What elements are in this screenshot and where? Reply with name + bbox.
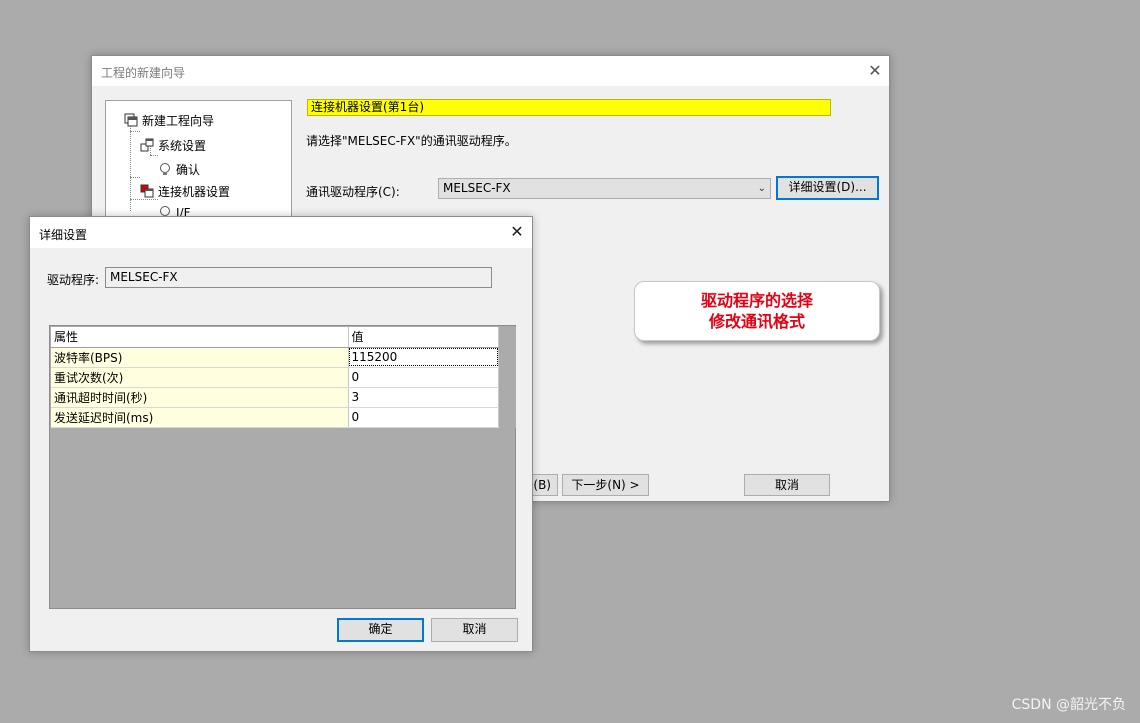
- wizard-close-icon[interactable]: ✕: [864, 60, 886, 82]
- wizard-title: 工程的新建向导: [101, 66, 186, 80]
- project-icon: [124, 113, 138, 127]
- table-row[interactable]: 通讯超时时间(秒) 3: [51, 387, 499, 408]
- tree-item-confirm[interactable]: 确认: [158, 161, 200, 178]
- table-row[interactable]: 波特率(BPS) 115200: [51, 347, 499, 368]
- property-value-input[interactable]: 0: [348, 407, 499, 428]
- watermark-text: CSDN @韶光不负: [1011, 697, 1126, 713]
- device-icon: [140, 184, 154, 198]
- dialog-driver-label: 驱动程序:: [47, 273, 100, 287]
- table-row[interactable]: 重试次数(次) 0: [51, 367, 499, 388]
- tree-item-label: 系统设置: [158, 139, 207, 153]
- tree-item-system-settings[interactable]: 系统设置: [140, 137, 206, 154]
- property-name: 通讯超时时间(秒): [51, 387, 349, 408]
- table-row[interactable]: 发送延迟时间(ms) 0: [51, 407, 499, 428]
- dialog-cancel-button[interactable]: 取消: [431, 618, 518, 642]
- property-value-input[interactable]: 3: [348, 387, 499, 408]
- property-name: 波特率(BPS): [51, 347, 349, 368]
- tree-item-label: 新建工程向导: [142, 114, 215, 128]
- dialog-close-icon[interactable]: ✕: [506, 221, 528, 243]
- tree-item-label: 确认: [176, 163, 201, 177]
- ok-button[interactable]: 确定: [337, 618, 424, 642]
- callout-line-1: 驱动程序的选择: [700, 291, 813, 310]
- column-header-value: 值: [348, 327, 499, 348]
- detail-settings-button[interactable]: 详细设置(D)...: [776, 176, 879, 200]
- dialog-driver-field: MELSEC-FX: [105, 267, 492, 288]
- driver-select[interactable]: MELSEC-FX ⌄: [438, 178, 771, 199]
- bulb-icon: [158, 162, 172, 176]
- property-value-input[interactable]: 115200: [348, 347, 499, 368]
- driver-label: 通讯驱动程序(C):: [306, 185, 400, 199]
- property-grid: 属性 值 波特率(BPS) 115200 重试次数(次) 0 通讯超时时间(秒)…: [51, 327, 499, 428]
- column-header-property: 属性: [51, 327, 349, 348]
- next-button[interactable]: 下一步(N) >: [562, 474, 649, 496]
- dialog-title: 详细设置: [39, 228, 88, 242]
- tree-item-label: 连接机器设置: [158, 185, 231, 199]
- grid-right-gutter: [499, 327, 516, 428]
- property-name: 重试次数(次): [51, 367, 349, 388]
- grid-header-row: 属性 值: [51, 327, 499, 348]
- wizard-titlebar: 工程的新建向导 ✕: [92, 56, 889, 86]
- tree-item-new-project[interactable]: 新建工程向导: [124, 112, 214, 129]
- chevron-down-icon: ⌄: [757, 183, 766, 194]
- wizard-step-tree[interactable]: 新建工程向导 系统设置 确认 连接机器设置 I/F: [105, 100, 292, 230]
- callout-line-2: 修改通讯格式: [708, 312, 805, 331]
- property-grid-area: 属性 值 波特率(BPS) 115200 重试次数(次) 0 通讯超时时间(秒)…: [49, 325, 516, 609]
- dialog-titlebar: 详细设置 ✕: [30, 217, 532, 248]
- property-value-input[interactable]: 0: [348, 367, 499, 388]
- system-icon: [140, 138, 154, 152]
- annotation-callout: 驱动程序的选择 修改通讯格式: [634, 281, 880, 341]
- property-name: 发送延迟时间(ms): [51, 407, 349, 428]
- driver-select-value: MELSEC-FX: [443, 181, 511, 195]
- detail-settings-dialog: 详细设置 ✕ 驱动程序: MELSEC-FX 属性 值 波特率(BPS) 115…: [29, 216, 533, 652]
- wizard-cancel-button[interactable]: 取消: [744, 474, 830, 496]
- section-heading: 连接机器设置(第1台): [307, 99, 831, 116]
- tree-item-device-settings[interactable]: 连接机器设置: [140, 183, 230, 200]
- instruction-text: 请选择"MELSEC-FX"的通讯驱动程序。: [306, 134, 517, 148]
